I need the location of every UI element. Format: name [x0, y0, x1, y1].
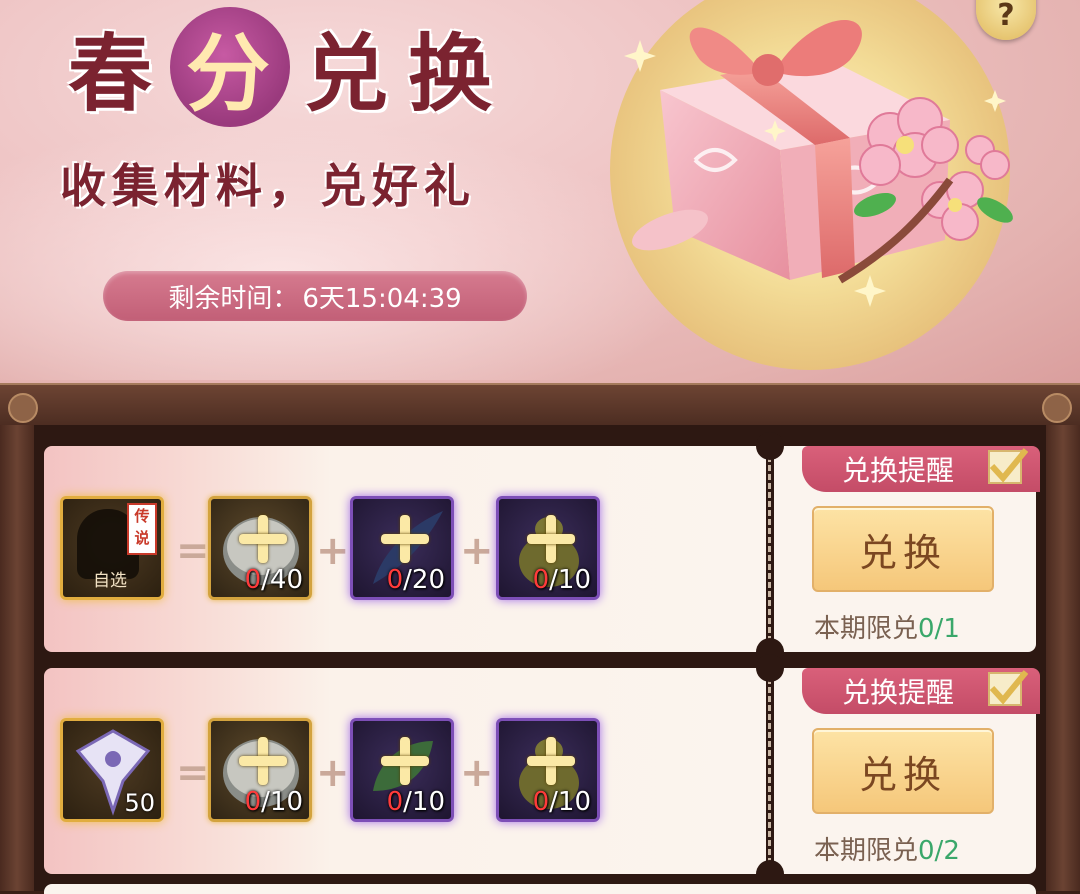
- add-material-icon: [381, 737, 429, 785]
- reminder-checkbox[interactable]: [988, 448, 1028, 484]
- material-count: 0/10: [532, 787, 591, 817]
- help-icon: ?: [997, 0, 1015, 33]
- reward-item-kite[interactable]: 50: [60, 718, 164, 822]
- add-material-icon: [239, 515, 287, 563]
- reward-quantity: 50: [124, 789, 155, 817]
- plus-sign: +: [460, 528, 494, 574]
- material-count: 0/10: [532, 565, 591, 595]
- exchange-reminder-toggle[interactable]: 兑换提醒: [802, 446, 1040, 492]
- panel-frame-right: [1046, 425, 1080, 891]
- remaining-time-label: 剩余时间：: [168, 283, 299, 314]
- checkmark-icon: [989, 670, 1028, 705]
- ticket-divider: [768, 456, 771, 642]
- add-material-icon: [527, 515, 575, 563]
- add-material-icon: [239, 737, 287, 785]
- plus-sign: +: [316, 750, 350, 796]
- material-count: 0/20: [386, 565, 445, 595]
- gift-box-icon: [610, 0, 1013, 370]
- equals-sign: =: [176, 750, 210, 796]
- remaining-time-value: 6天15:04:39: [302, 283, 462, 314]
- legend-tag: 传说: [127, 503, 157, 555]
- equals-sign: =: [176, 528, 210, 574]
- self-select-label: 自选: [93, 571, 127, 591]
- exchange-limit-value: 0/2: [918, 836, 960, 866]
- event-banner: 春 分 兑 换 收集材料，兑好礼 剩余时间： 6天15:04:39 ?: [0, 0, 1080, 395]
- event-title: 春 分 兑 换: [60, 7, 504, 127]
- panel-frame-left: [0, 425, 34, 891]
- frame-ornament-left: [8, 393, 38, 423]
- exchange-limit-value: 0/1: [918, 614, 960, 644]
- add-material-icon: [527, 737, 575, 785]
- add-material-icon: [381, 515, 429, 563]
- exchange-row: 50 = 0/10 + 0/10 + 0/10 兑换提醒 兑换 本期限兑0/2: [44, 654, 1040, 888]
- material-slot-drum[interactable]: 0/40: [208, 496, 312, 600]
- reminder-checkbox[interactable]: [988, 670, 1028, 706]
- event-subtitle: 收集材料，兑好礼: [60, 159, 476, 213]
- material-slot-drum[interactable]: 0/10: [208, 718, 312, 822]
- material-slot-gourd[interactable]: 0/10: [496, 496, 600, 600]
- exchange-row: 传说 自选 = 0/40 + 0/20 + 0/10 兑换提醒 兑换 本期限兑0…: [44, 432, 1040, 666]
- frame-ornament-right: [1042, 393, 1072, 423]
- material-count: 0/40: [244, 565, 303, 595]
- exchange-reminder-label: 兑换提醒: [842, 454, 955, 487]
- exchange-limit: 本期限兑0/1: [814, 614, 960, 644]
- title-char-3: 兑: [303, 23, 392, 123]
- title-char-2-highlight: 分: [170, 7, 290, 127]
- panel-frame-top: [0, 383, 1080, 430]
- plus-sign: +: [316, 528, 350, 574]
- checkmark-icon: [989, 448, 1028, 483]
- ticket-notch-top: [756, 432, 784, 460]
- gift-box-illustration: [600, 0, 1080, 380]
- material-count: 0/10: [244, 787, 303, 817]
- material-slot-leaf[interactable]: 0/10: [350, 718, 454, 822]
- material-count: 0/10: [386, 787, 445, 817]
- exchange-row-partial: [44, 884, 1036, 894]
- ticket-divider: [768, 678, 771, 864]
- material-slot-gourd[interactable]: 0/10: [496, 718, 600, 822]
- exchange-reminder-label: 兑换提醒: [842, 676, 955, 709]
- reward-item-hero-selector[interactable]: 传说 自选: [60, 496, 164, 600]
- material-slot-feather[interactable]: 0/20: [350, 496, 454, 600]
- exchange-button[interactable]: 兑换: [812, 728, 994, 814]
- exchange-button[interactable]: 兑换: [812, 506, 994, 592]
- exchange-limit: 本期限兑0/2: [814, 836, 960, 866]
- plus-sign: +: [460, 750, 494, 796]
- exchange-reminder-toggle[interactable]: 兑换提醒: [802, 668, 1040, 714]
- remaining-time-badge: 剩余时间： 6天15:04:39: [103, 271, 527, 321]
- ticket-notch-top: [756, 654, 784, 682]
- title-char-1: 春: [67, 23, 156, 123]
- title-char-4: 换: [407, 23, 496, 123]
